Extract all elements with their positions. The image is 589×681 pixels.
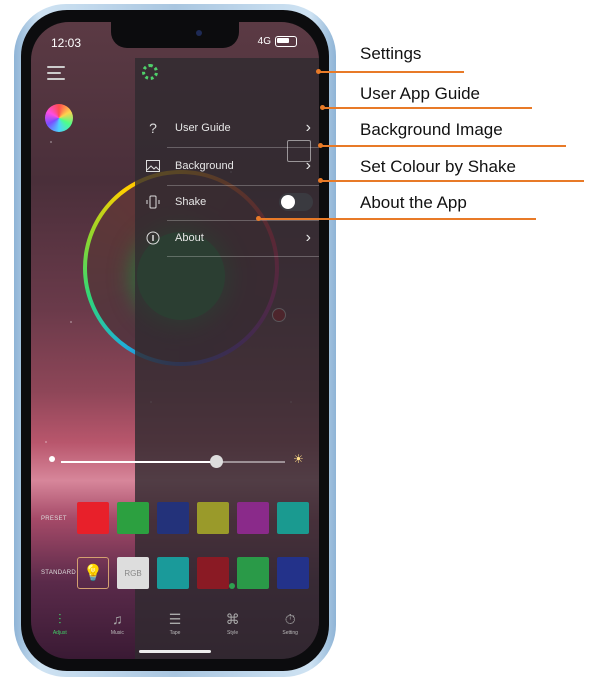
menu-item-label: Shake — [175, 196, 207, 208]
menu-item-shake[interactable]: Shake — [135, 184, 319, 220]
divider — [167, 256, 319, 257]
tab-label: Music — [110, 629, 124, 636]
status-time: 12:03 — [51, 36, 82, 50]
menu-item-label: User Guide — [175, 122, 231, 134]
faded-image-icon — [287, 140, 311, 162]
question-icon: ? — [149, 120, 157, 136]
status-icons: 4G — [258, 36, 297, 47]
callout-about: About the App — [360, 193, 467, 212]
lightbulb-icon[interactable]: 💡 — [77, 557, 109, 589]
signal-text: 4G — [257, 36, 271, 47]
tab-style[interactable]: ⌘ Style — [204, 600, 262, 646]
phone-shake-icon — [145, 194, 161, 210]
preset-color-swatch[interactable] — [157, 502, 189, 534]
callout-user-guide: User App Guide — [360, 84, 481, 103]
timer-icon: ⏱ — [284, 610, 296, 627]
standard-color-swatch[interactable] — [157, 557, 189, 589]
chevron-right-icon: › — [305, 119, 311, 136]
preset-label: PRESET — [41, 516, 67, 522]
callout-line-user-guide — [322, 107, 532, 109]
callout-shake: Set Colour by Shake — [360, 157, 516, 176]
list-menu-icon[interactable] — [47, 66, 65, 80]
standard-color-swatch[interactable] — [237, 557, 269, 589]
info-icon — [145, 230, 161, 246]
callout-line-shake — [320, 180, 584, 182]
tab-label: Style — [227, 629, 239, 636]
camera-dot — [196, 30, 202, 36]
tab-tape[interactable]: ☰ Tape — [146, 600, 204, 646]
preset-color-swatch[interactable] — [197, 502, 229, 534]
shake-toggle[interactable] — [279, 193, 313, 211]
callout-settings: Settings — [360, 44, 422, 63]
page-indicator-dot — [229, 583, 235, 589]
tab-music[interactable]: ♫ Music — [89, 600, 147, 646]
tab-label: Tape — [169, 629, 181, 636]
callout-line-background — [320, 145, 566, 147]
menu-item-label: Background — [175, 160, 234, 172]
tab-label: Adjust — [52, 629, 67, 636]
preset-color-swatch[interactable] — [77, 502, 109, 534]
settings-gear-icon[interactable] — [142, 64, 158, 80]
callout-dot — [320, 105, 325, 110]
notch — [111, 22, 239, 48]
tab-bar: ⫶ Adjust ♫ Music ☰ Tape ⌘ Style ⏱ Settin… — [31, 600, 319, 646]
music-icon: ♫ — [112, 610, 123, 627]
brightness-fill — [61, 461, 216, 463]
tape-icon: ☰ — [168, 610, 182, 627]
phone-screen: 12:03 4G ? User Guide › Background › Sha… — [31, 22, 319, 659]
menu-item-about[interactable]: About › — [135, 220, 319, 256]
standard-color-swatch[interactable] — [197, 557, 229, 589]
callout-dot — [318, 143, 323, 148]
style-icon: ⌘ — [225, 610, 240, 627]
tab-label: Setting — [282, 629, 298, 636]
callout-dot — [318, 178, 323, 183]
home-indicator — [139, 650, 211, 653]
menu-item-label: About — [175, 232, 204, 244]
battery-icon — [275, 36, 297, 47]
preset-color-swatch[interactable] — [237, 502, 269, 534]
callout-line-about — [258, 218, 536, 220]
standard-label: STANDARD — [41, 570, 76, 576]
sliders-icon: ⫶ — [58, 610, 62, 627]
callout-dot — [256, 216, 261, 221]
image-icon — [145, 158, 161, 174]
callout-dot — [316, 69, 321, 74]
callout-background: Background Image — [360, 120, 503, 139]
callout-line-settings — [318, 71, 464, 73]
brightness-low-icon — [49, 456, 55, 462]
color-palette-icon[interactable] — [45, 104, 73, 132]
chevron-right-icon: › — [305, 229, 311, 246]
tab-adjust[interactable]: ⫶ Adjust — [31, 600, 89, 646]
brightness-slider[interactable] — [61, 455, 285, 468]
tab-setting[interactable]: ⏱ Setting — [261, 600, 319, 646]
brightness-thumb[interactable] — [209, 455, 223, 468]
preset-color-swatch[interactable] — [117, 502, 149, 534]
standard-color-swatch[interactable] — [277, 557, 309, 589]
brightness-high-icon: ☀ — [293, 452, 304, 466]
rgb-button[interactable]: RGB — [117, 557, 149, 589]
preset-color-swatch[interactable] — [277, 502, 309, 534]
toggle-knob — [281, 195, 295, 209]
